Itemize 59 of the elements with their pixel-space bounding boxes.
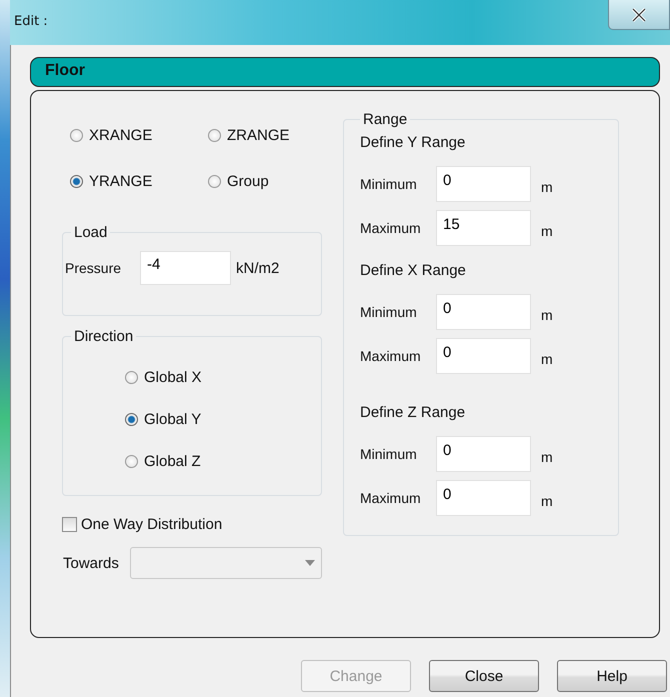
field-label: Minimum bbox=[360, 304, 418, 320]
field-label: Maximum bbox=[360, 490, 422, 506]
close-button[interactable] bbox=[608, 0, 670, 30]
group-label: Direction bbox=[73, 328, 134, 345]
direction-radio[interactable]: Global Z bbox=[125, 451, 321, 471]
section-title: Define X Range bbox=[360, 262, 467, 281]
radio-label: Global X bbox=[144, 368, 202, 386]
checkbox[interactable] bbox=[62, 516, 77, 532]
direction-radio[interactable]: Global Y bbox=[125, 409, 321, 429]
unit-label: m bbox=[541, 493, 553, 509]
input-field[interactable]: -4 bbox=[140, 251, 231, 285]
input-field[interactable]: 0 bbox=[436, 480, 531, 516]
input-field[interactable]: 0 bbox=[436, 338, 531, 374]
field-label: Pressure bbox=[65, 260, 122, 276]
radio-indicator[interactable] bbox=[125, 454, 138, 468]
radio-label: Global Z bbox=[144, 452, 201, 470]
unit-label: m bbox=[541, 449, 553, 465]
radio-indicator[interactable] bbox=[125, 412, 138, 426]
range-type-radio[interactable]: XRANGE bbox=[70, 125, 208, 145]
unit-label: m bbox=[541, 351, 553, 367]
range-type-radio[interactable]: ZRANGE bbox=[208, 125, 328, 145]
close-icon bbox=[631, 8, 647, 22]
direction-radio[interactable]: Global X bbox=[125, 367, 321, 387]
group-label: Range bbox=[362, 111, 408, 128]
radio-label: Global Y bbox=[144, 410, 202, 428]
dialog-button[interactable]: Close bbox=[429, 660, 539, 692]
field-label: Towards bbox=[63, 554, 119, 572]
radio-label: YRANGE bbox=[89, 172, 152, 190]
unit-label: m bbox=[541, 179, 553, 195]
one-way-checkbox[interactable]: One Way Distribution bbox=[62, 514, 322, 534]
field-label: Maximum bbox=[360, 220, 422, 236]
field-label: Maximum bbox=[360, 348, 422, 364]
radio-indicator[interactable] bbox=[208, 128, 221, 142]
unit-label: m bbox=[541, 223, 553, 239]
radio-label: XRANGE bbox=[89, 126, 152, 144]
radio-label: ZRANGE bbox=[227, 126, 290, 144]
unit-label: kN/m2 bbox=[236, 260, 280, 276]
caret-icon bbox=[305, 560, 315, 566]
dialog-button[interactable]: Help bbox=[557, 660, 667, 692]
radio-indicator[interactable] bbox=[70, 128, 83, 142]
window-title: Edit : bbox=[14, 14, 48, 29]
radio-indicator[interactable] bbox=[208, 174, 221, 188]
section-title: Define Y Range bbox=[360, 134, 466, 153]
unit-label: m bbox=[541, 307, 553, 323]
radio-indicator[interactable] bbox=[70, 174, 83, 188]
section-title: Define Z Range bbox=[360, 404, 466, 423]
input-field[interactable]: 0 bbox=[436, 166, 531, 202]
input-field[interactable]: 15 bbox=[436, 210, 531, 246]
input-field[interactable]: 0 bbox=[436, 294, 531, 330]
field-label: Minimum bbox=[360, 176, 418, 192]
range-type-radio[interactable]: YRANGE bbox=[70, 171, 208, 191]
panel-header: Floor bbox=[30, 57, 660, 87]
input-field[interactable]: 0 bbox=[436, 436, 531, 472]
radio-label: Group bbox=[227, 172, 269, 190]
field-label: Minimum bbox=[360, 446, 418, 462]
range-type-radio[interactable]: Group bbox=[208, 171, 328, 191]
checkbox-label: One Way Distribution bbox=[81, 516, 222, 532]
group-label: Load bbox=[73, 224, 108, 241]
radio-indicator[interactable] bbox=[125, 370, 138, 384]
